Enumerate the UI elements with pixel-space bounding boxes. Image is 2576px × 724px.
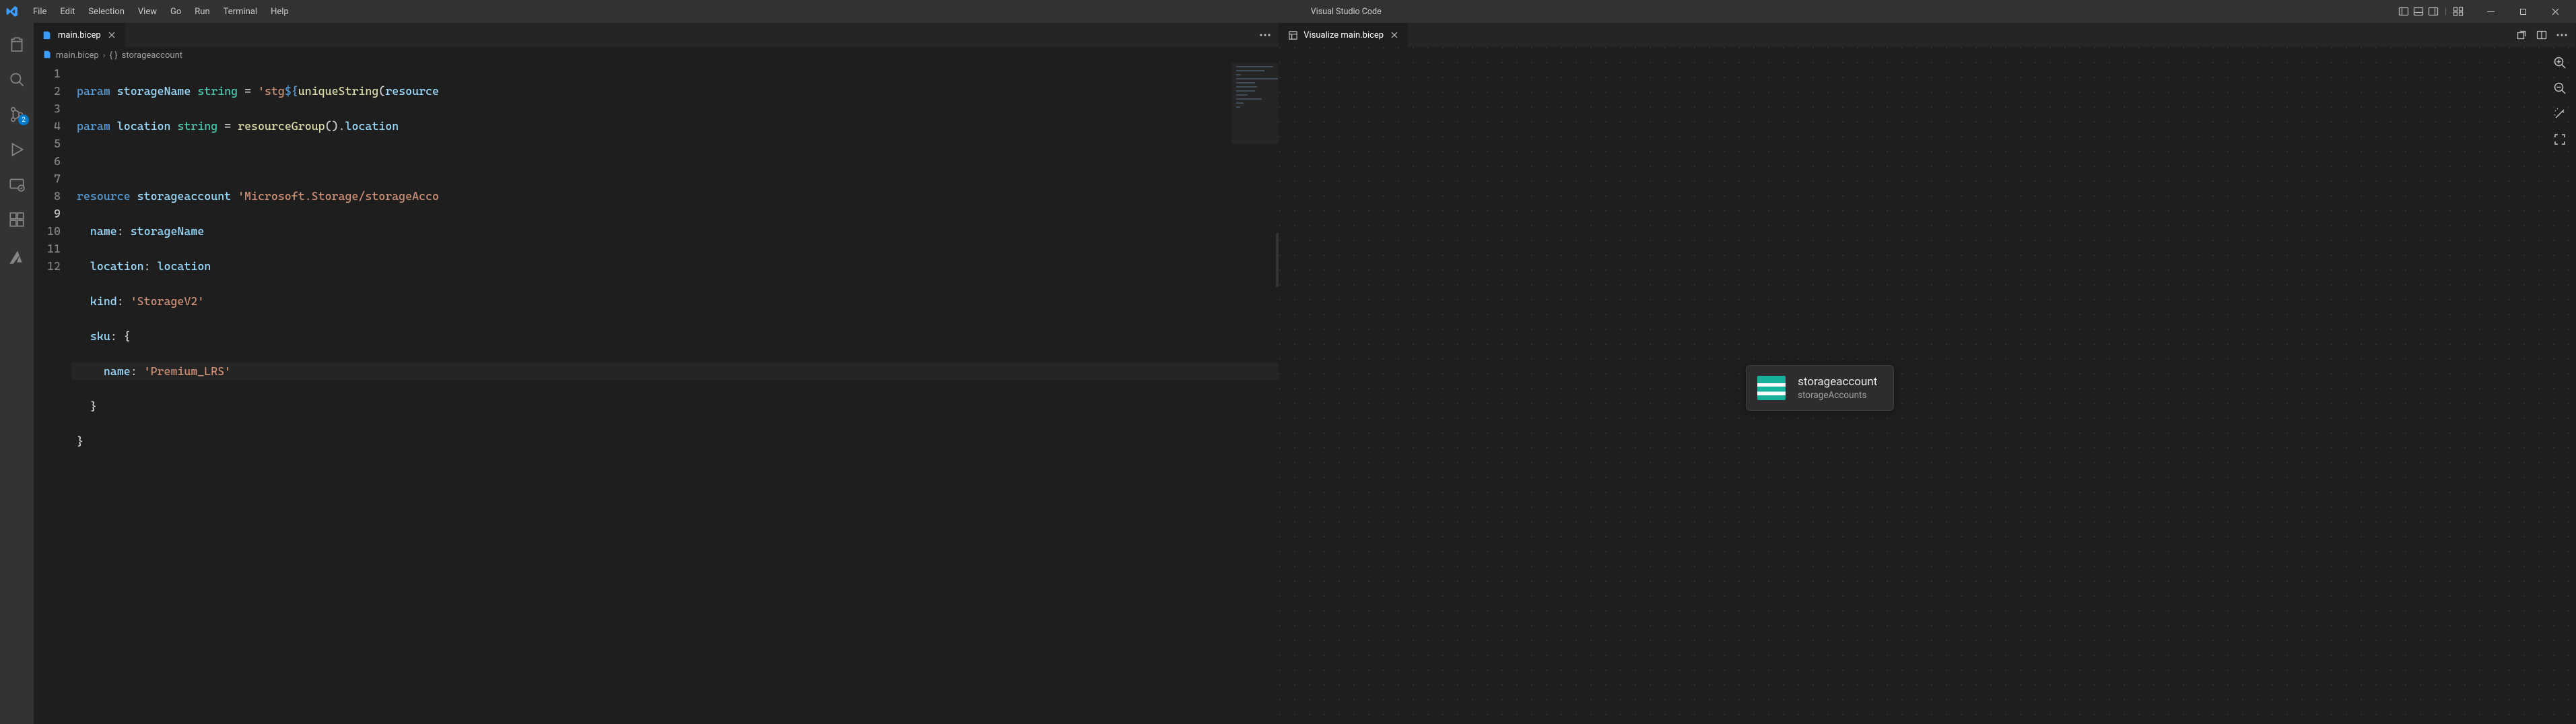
more-actions-icon[interactable] bbox=[1257, 27, 1273, 43]
visualizer-controls bbox=[2550, 53, 2570, 150]
activity-extensions[interactable] bbox=[1, 203, 33, 236]
node-subtitle: storageAccounts bbox=[1798, 390, 1877, 401]
activity-explorer[interactable] bbox=[1, 28, 33, 61]
menu-file[interactable]: File bbox=[27, 4, 53, 20]
editor-group-left: main.bicep main.bicep › { bbox=[34, 23, 1279, 724]
code-lines[interactable]: param storageName string = 'stg${uniqueS… bbox=[71, 63, 1279, 724]
activity-bar: 2 bbox=[0, 23, 34, 724]
code-editor[interactable]: 1 2 3 4 5 6 7 8 9 10 11 12 param storage… bbox=[34, 63, 1279, 724]
line-number-gutter: 1 2 3 4 5 6 7 8 9 10 11 12 bbox=[34, 63, 71, 724]
menu-terminal[interactable]: Terminal bbox=[217, 4, 263, 20]
activity-run-debug[interactable] bbox=[1, 133, 33, 166]
storage-account-icon bbox=[1757, 376, 1786, 400]
window-minimize-button[interactable] bbox=[2475, 0, 2506, 23]
fullscreen-icon[interactable] bbox=[2550, 129, 2570, 150]
customize-layout-icon[interactable] bbox=[2452, 5, 2464, 18]
tab-label: main.bicep bbox=[58, 30, 101, 40]
close-icon[interactable] bbox=[1389, 30, 1400, 40]
tab-label: Visualize main.bicep bbox=[1303, 30, 1384, 40]
resource-node-storageaccount[interactable]: storageaccount storageAccounts bbox=[1746, 365, 1894, 411]
node-title: storageaccount bbox=[1798, 375, 1877, 389]
tabs-row-left: main.bicep bbox=[34, 23, 1279, 47]
menu-go[interactable]: Go bbox=[164, 4, 187, 20]
open-external-icon[interactable] bbox=[2513, 27, 2530, 43]
layout-panel-icon[interactable] bbox=[2412, 5, 2425, 18]
activity-search[interactable] bbox=[1, 63, 33, 96]
bicep-file-icon bbox=[42, 30, 53, 40]
menu-help[interactable]: Help bbox=[265, 4, 295, 20]
scm-badge: 2 bbox=[18, 114, 29, 125]
title-bar: File Edit Selection View Go Run Terminal… bbox=[0, 0, 2576, 23]
zoom-out-icon[interactable] bbox=[2550, 78, 2570, 98]
menu-edit[interactable]: Edit bbox=[54, 4, 81, 20]
activity-azure[interactable] bbox=[1, 241, 33, 273]
breadcrumb-symbol: storageaccount bbox=[122, 51, 182, 61]
tab-visualize[interactable]: Visualize main.bicep bbox=[1279, 23, 1409, 47]
menu-bar: File Edit Selection View Go Run Terminal… bbox=[27, 4, 295, 20]
symbol-icon: { } bbox=[110, 51, 118, 61]
menu-run[interactable]: Run bbox=[189, 4, 215, 20]
window-title: Visual Studio Code bbox=[295, 7, 2398, 17]
editor-area: main.bicep main.bicep › { bbox=[34, 23, 2576, 724]
tab-main-bicep[interactable]: main.bicep bbox=[34, 23, 126, 47]
layout-sidebar-left-icon[interactable] bbox=[2398, 5, 2410, 18]
close-icon[interactable] bbox=[106, 30, 117, 40]
split-editor-icon[interactable] bbox=[2534, 27, 2550, 43]
window-close-button[interactable] bbox=[2540, 0, 2571, 23]
chevron-right-icon: › bbox=[103, 51, 106, 61]
bicep-file-icon bbox=[43, 50, 52, 61]
menu-view[interactable]: View bbox=[132, 4, 163, 20]
vscode-logo-icon bbox=[5, 5, 19, 18]
breadcrumb[interactable]: main.bicep › { } storageaccount bbox=[34, 47, 1279, 63]
activity-remote[interactable] bbox=[1, 168, 33, 201]
layout-sidebar-right-icon[interactable] bbox=[2427, 5, 2439, 18]
window-maximize-button[interactable] bbox=[2507, 0, 2538, 23]
tabs-row-right: Visualize main.bicep bbox=[1279, 23, 2575, 47]
editor-group-right: Visualize main.bicep bbox=[1279, 23, 2576, 724]
minimap[interactable] bbox=[1231, 63, 1279, 144]
zoom-in-icon[interactable] bbox=[2550, 53, 2570, 73]
preview-icon bbox=[1287, 30, 1298, 40]
menu-selection[interactable]: Selection bbox=[82, 4, 130, 20]
bicep-visualizer-canvas[interactable]: storageaccount storageAccounts bbox=[1279, 47, 2575, 724]
magic-wand-icon[interactable] bbox=[2550, 104, 2570, 124]
more-actions-icon[interactable] bbox=[2554, 27, 2570, 43]
split-sash[interactable] bbox=[1276, 233, 1279, 287]
breadcrumb-file: main.bicep bbox=[56, 51, 99, 61]
activity-source-control[interactable]: 2 bbox=[1, 98, 33, 131]
window-controls: | bbox=[2398, 0, 2571, 23]
